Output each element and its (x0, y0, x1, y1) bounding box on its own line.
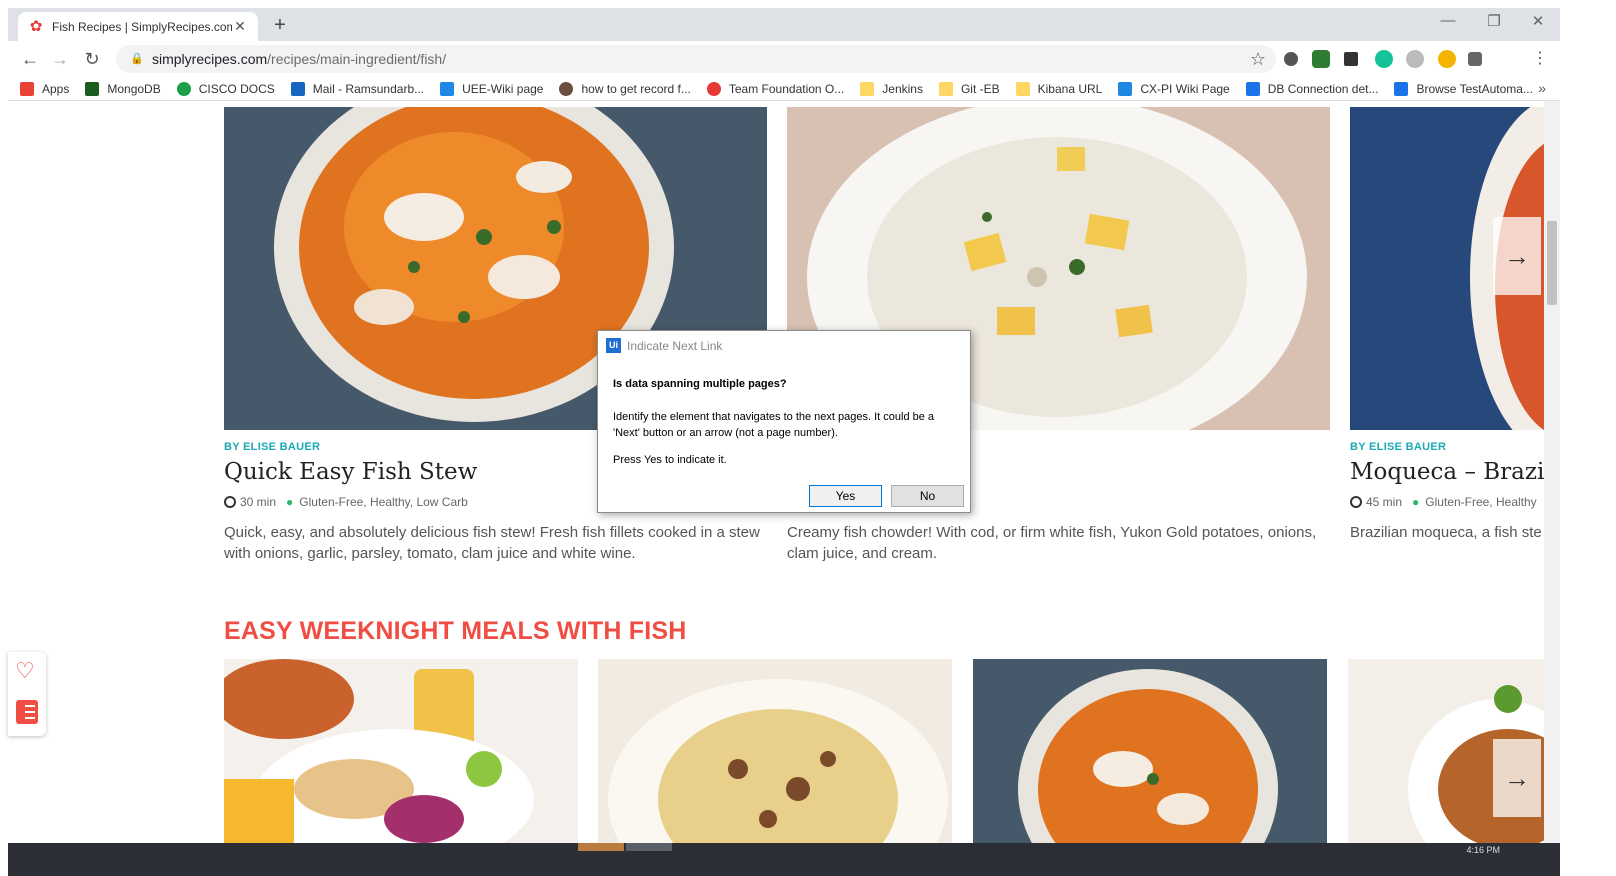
cisco-icon (1118, 81, 1133, 96)
screen: ✿ Fish Recipes | SimplyRecipes.com ✕ + —… (0, 0, 1616, 876)
recipe-tags: Gluten-Free, Healthy, Low Carb (299, 495, 468, 509)
save-recipes-widget: ♡ (8, 652, 46, 736)
recipe-byline[interactable]: BY ELISE BAUER (1350, 441, 1446, 453)
bookmark-cx-pi-wiki[interactable]: CX-PI Wiki Page (1118, 81, 1230, 96)
browser-toolbar: ← → ↻ 🔒 simplyrecipes.com/recipes/main-i… (8, 41, 1560, 77)
extension-qr-icon[interactable] (1344, 52, 1358, 66)
grammarly-icon[interactable] (1375, 50, 1393, 68)
new-tab-button[interactable]: + (268, 14, 292, 37)
dialog-question: Is data spanning multiple pages? (613, 378, 787, 390)
bookmark-mail[interactable]: Mail - Ramsundarb... (290, 81, 424, 96)
menu-kebab-icon[interactable]: ⋮ (1528, 47, 1552, 71)
bookmark-cisco-docs[interactable]: CISCO DOCS (176, 81, 275, 96)
extensions-puzzle-icon[interactable] (1468, 52, 1482, 66)
bookmark-record[interactable]: how to get record f... (559, 81, 691, 96)
url-path: /recipes/main-ingredient/fish/ (267, 51, 447, 67)
url-host: simplyrecipes.com (152, 51, 268, 67)
scrollbar-thumb[interactable] (1547, 221, 1557, 305)
extension-gray-icon[interactable] (1406, 50, 1424, 68)
leaf-icon: ● (286, 495, 294, 509)
bookmarks-bar: Apps MongoDB CISCO DOCS Mail - Ramsundar… (8, 77, 1560, 101)
minimize-icon[interactable]: — (1428, 12, 1468, 29)
indicate-next-link-dialog: Ui Indicate Next Link Is data spanning m… (597, 330, 971, 513)
carousel-next-arrow-bottom[interactable]: → (1493, 739, 1541, 817)
taskbar-app[interactable] (626, 843, 672, 851)
section-title: EASY WEEKNIGHT MEALS WITH FISH (224, 617, 687, 645)
recipe-title[interactable]: Quick Easy Fish Stew (224, 459, 477, 485)
bookmark-mongodb[interactable]: MongoDB (85, 81, 161, 96)
dialog-title: Indicate Next Link (627, 338, 723, 353)
page-scrollbar[interactable] (1544, 101, 1560, 843)
recipe-title[interactable]: Moqueca – Brazili (1350, 459, 1544, 485)
taskbar-app[interactable] (578, 843, 624, 851)
leaf-icon: ● (1412, 495, 1420, 509)
no-button[interactable]: No (891, 485, 964, 507)
dialog-prompt: Press Yes to indicate it. (613, 454, 727, 466)
lock-icon: 🔒 (130, 53, 144, 65)
apps-grid-icon (20, 81, 34, 96)
recipe-meta: 30 min ● Gluten-Free, Healthy, Low Carb (224, 495, 468, 509)
forward-button[interactable]: → (48, 47, 72, 71)
taskbar-clock: 4:16 PM (1466, 845, 1500, 855)
shield-icon (1245, 81, 1260, 96)
mongodb-icon (85, 81, 100, 96)
recipe-description: Brazilian moqueca, a fish ste peppers, t… (1350, 524, 1544, 541)
reload-button[interactable]: ↻ (80, 47, 104, 71)
carousel-next-arrow-top[interactable]: → (1493, 217, 1541, 295)
bookmark-browse-testautoma[interactable]: Browse TestAutoma... (1394, 81, 1533, 96)
extension-circle-icon[interactable] (1284, 52, 1298, 66)
tab-strip: ✿ Fish Recipes | SimplyRecipes.com ✕ + —… (8, 8, 1560, 41)
folder-icon (860, 81, 875, 96)
meal-image-tacos[interactable] (224, 659, 578, 843)
meal-image-fish-stew[interactable] (973, 659, 1327, 843)
bookmarks-overflow-icon[interactable]: » (1538, 80, 1546, 96)
fish-stew-small-photo (973, 659, 1327, 843)
close-tab-icon[interactable]: ✕ (232, 18, 248, 35)
yes-button[interactable]: Yes (809, 485, 882, 507)
address-bar[interactable]: 🔒 simplyrecipes.com/recipes/main-ingredi… (116, 45, 1276, 73)
bookmark-kibana[interactable]: Kibana URL (1015, 81, 1102, 96)
recipe-byline[interactable]: BY ELISE BAUER (224, 441, 320, 453)
clock-icon (224, 496, 236, 508)
recipe-description: Quick, easy, and absolutely delicious fi… (224, 524, 760, 562)
bookmark-apps[interactable]: Apps (20, 81, 69, 96)
cisco-icon (440, 81, 455, 96)
cisco-docs-icon (176, 81, 191, 96)
tab-title: Fish Recipes | SimplyRecipes.com (52, 19, 232, 34)
folder-icon (938, 81, 953, 96)
heart-icon[interactable]: ♡ (15, 658, 35, 684)
bookmark-db-connection[interactable]: DB Connection det... (1245, 81, 1378, 96)
extension-ub-icon[interactable] (1312, 50, 1330, 68)
windows-taskbar: 4:16 PM (8, 843, 1560, 876)
browser-tab[interactable]: ✿ Fish Recipes | SimplyRecipes.com ✕ (18, 12, 258, 41)
folder-icon (1015, 81, 1030, 96)
dialog-titlebar: Ui Indicate Next Link (606, 338, 722, 353)
recipe-description: Creamy fish chowder! With cod, or firm w… (787, 524, 1317, 562)
bookmark-team-foundation[interactable]: Team Foundation O... (706, 81, 844, 96)
restore-icon[interactable]: ❐ (1474, 12, 1514, 30)
team-foundation-icon (706, 81, 721, 96)
bookmark-git-eb[interactable]: Git -EB (938, 81, 1000, 96)
extension-color-icon[interactable] (1438, 50, 1456, 68)
recipe-tags: Gluten-Free, Healthy (1425, 495, 1537, 509)
bookmark-star-icon[interactable]: ☆ (1250, 49, 1266, 70)
recipe-time: 45 min (1366, 495, 1403, 509)
clock-icon (1350, 496, 1362, 508)
meal-image-pasta[interactable] (598, 659, 952, 843)
dialog-body: Identify the element that navigates to t… (613, 411, 935, 439)
recipe-meta: 45 min ● Gluten-Free, Healthy (1350, 495, 1537, 509)
horseshoe-icon (559, 81, 574, 96)
close-window-icon[interactable]: ✕ (1518, 12, 1558, 30)
simplyrecipes-favicon-icon: ✿ (29, 17, 43, 35)
pasta-photo (598, 659, 952, 843)
outlook-icon (290, 81, 305, 96)
uipath-logo-icon: Ui (606, 338, 621, 353)
recipe-list-icon[interactable] (16, 700, 38, 724)
bookmark-jenkins[interactable]: Jenkins (860, 81, 923, 96)
shield-icon (1394, 81, 1409, 96)
back-button[interactable]: ← (18, 47, 42, 71)
recipe-time: 30 min (240, 495, 277, 509)
tacos-photo (224, 659, 578, 843)
bookmark-uee-wiki[interactable]: UEE-Wiki page (440, 81, 543, 96)
